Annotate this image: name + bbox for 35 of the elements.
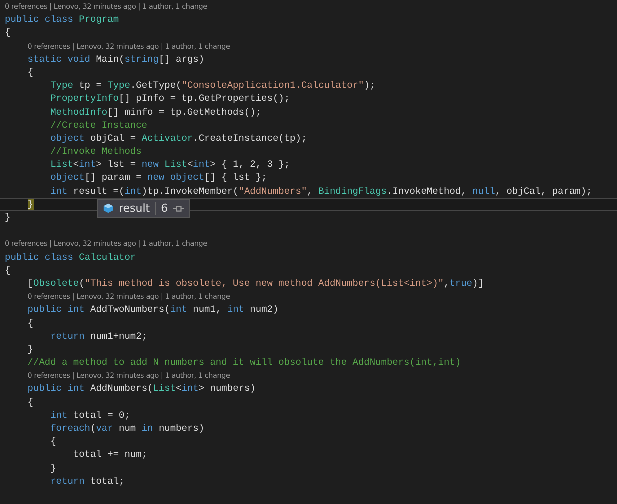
cube-icon: [103, 203, 114, 214]
code-line: foreach(var num in numbers): [50, 423, 205, 434]
code-line: static void Main(string[] args): [28, 54, 205, 65]
code-line: return total;: [50, 476, 125, 487]
code-line: //Add a method to add N numbers and it will obsolute the AddNumbers(int,int): [28, 357, 462, 368]
code-line: public int AddNumbers(List<int> numbers): [28, 383, 256, 395]
code-line: }: [50, 462, 56, 474]
code-line: public int AddTwoNumbers(int num1, int num2): [28, 304, 279, 316]
code-line: {: [5, 27, 11, 39]
code-line: int total = 0;: [50, 410, 130, 422]
code-line: Type tp = Type.GetType("ConsoleApplication1.Calculator");: [50, 80, 376, 92]
data-tip[interactable]: result 6: [97, 199, 190, 218]
code-line: public class Calculator: [5, 252, 136, 263]
code-line: [Obsolete("This method is obsolete, Use new method AddNumbers(List<int>)",true)]: [28, 278, 484, 290]
code-line: {: [28, 318, 34, 329]
code-line: object[] param = new object[] { lst };: [50, 172, 268, 184]
code-line: return num1+num2;: [50, 330, 148, 342]
code-line: List<int> lst = new List<int> { 1, 2, 3 };: [50, 159, 290, 170]
code-line: total += num;: [73, 449, 148, 461]
code-line: //Create Instance: [50, 120, 148, 131]
pin-icon[interactable]: [173, 204, 184, 212]
code-line: object objCal = Activator.CreateInstance(tp);: [50, 132, 308, 144]
code-line: {: [28, 396, 34, 408]
code-line: }: [5, 212, 11, 224]
code-line: MethodInfo[] minfo = tp.GetMethods();: [50, 106, 262, 118]
variable-name: result: [119, 202, 156, 215]
code-line: {: [50, 436, 56, 448]
code-line: PropertyInfo[] pInfo = tp.GetProperties();: [50, 93, 290, 105]
variable-value[interactable]: 6: [161, 202, 168, 215]
code-line: int result =(int)tp.InvokeMember("AddNumbers", BindingFlags.InvokeMethod, null, objCal, param);: [50, 186, 592, 197]
code-line: {: [28, 66, 34, 78]
code-line: {: [5, 264, 11, 276]
code-line: //Invoke Methods: [50, 146, 142, 158]
code-line: }: [28, 344, 34, 356]
code-line: public class Program: [5, 14, 120, 26]
